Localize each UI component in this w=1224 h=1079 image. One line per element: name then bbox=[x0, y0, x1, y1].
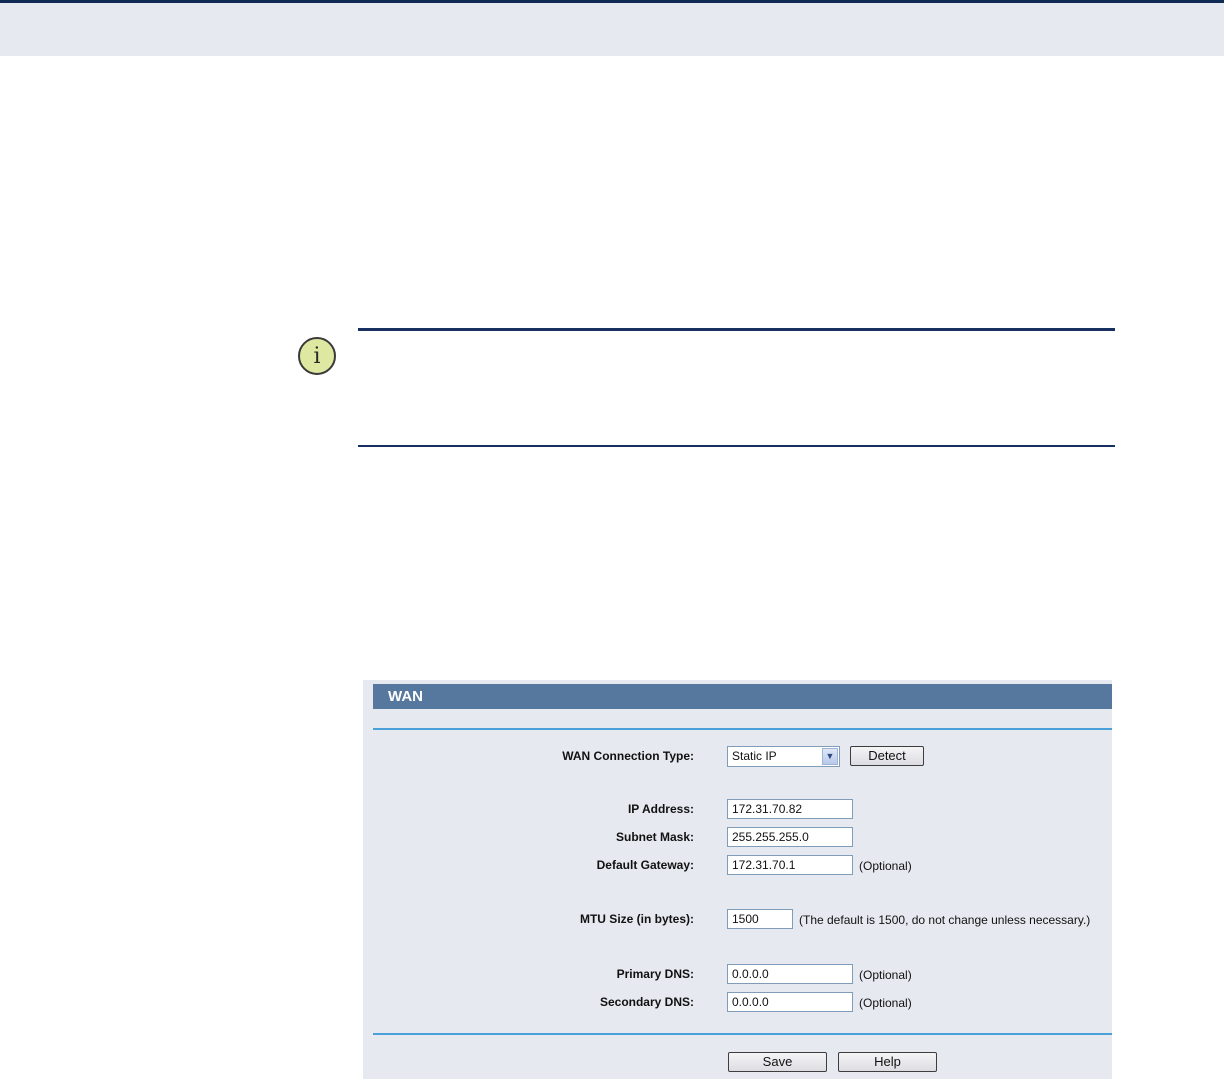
default-gateway-hint: (Optional) bbox=[859, 859, 912, 873]
wan-connection-type-select[interactable]: Static IP ▼ bbox=[727, 746, 840, 767]
info-icon-glyph: i bbox=[313, 343, 321, 369]
wan-top-divider bbox=[373, 728, 1112, 730]
default-gateway-input[interactable] bbox=[727, 855, 853, 875]
manual-page: i WAN WAN Connection Type: Static IP ▼ D… bbox=[0, 0, 1224, 1079]
primary-dns-hint: (Optional) bbox=[859, 968, 912, 982]
document-header-band bbox=[0, 0, 1224, 56]
primary-dns-label: Primary DNS: bbox=[616, 967, 694, 981]
subnet-mask-input[interactable] bbox=[727, 827, 853, 847]
mtu-size-hint: (The default is 1500, do not change unle… bbox=[799, 913, 1091, 927]
default-gateway-label: Default Gateway: bbox=[596, 858, 694, 872]
ip-address-input[interactable] bbox=[727, 799, 853, 819]
wan-connection-type-value: Static IP bbox=[732, 749, 777, 763]
help-button[interactable]: Help bbox=[838, 1052, 937, 1072]
mtu-size-label: MTU Size (in bytes): bbox=[579, 912, 694, 926]
secondary-dns-input[interactable] bbox=[727, 992, 853, 1012]
wan-connection-type-label: WAN Connection Type: bbox=[562, 749, 694, 763]
wan-bottom-divider bbox=[373, 1033, 1112, 1035]
note-top-rule bbox=[358, 328, 1115, 331]
chevron-down-icon[interactable]: ▼ bbox=[822, 748, 838, 765]
detect-button[interactable]: Detect bbox=[850, 746, 924, 766]
wan-settings-panel: WAN WAN Connection Type: Static IP ▼ Det… bbox=[363, 680, 1112, 1079]
note-bottom-rule bbox=[358, 445, 1115, 447]
wan-panel-title: WAN bbox=[373, 684, 1112, 709]
ip-address-label: IP Address: bbox=[627, 802, 694, 816]
info-icon: i bbox=[298, 337, 336, 375]
mtu-size-input[interactable] bbox=[727, 909, 793, 929]
save-button[interactable]: Save bbox=[728, 1052, 827, 1072]
subnet-mask-label: Subnet Mask: bbox=[615, 830, 694, 844]
secondary-dns-label: Secondary DNS: bbox=[599, 995, 694, 1009]
primary-dns-input[interactable] bbox=[727, 964, 853, 984]
secondary-dns-hint: (Optional) bbox=[859, 996, 912, 1010]
